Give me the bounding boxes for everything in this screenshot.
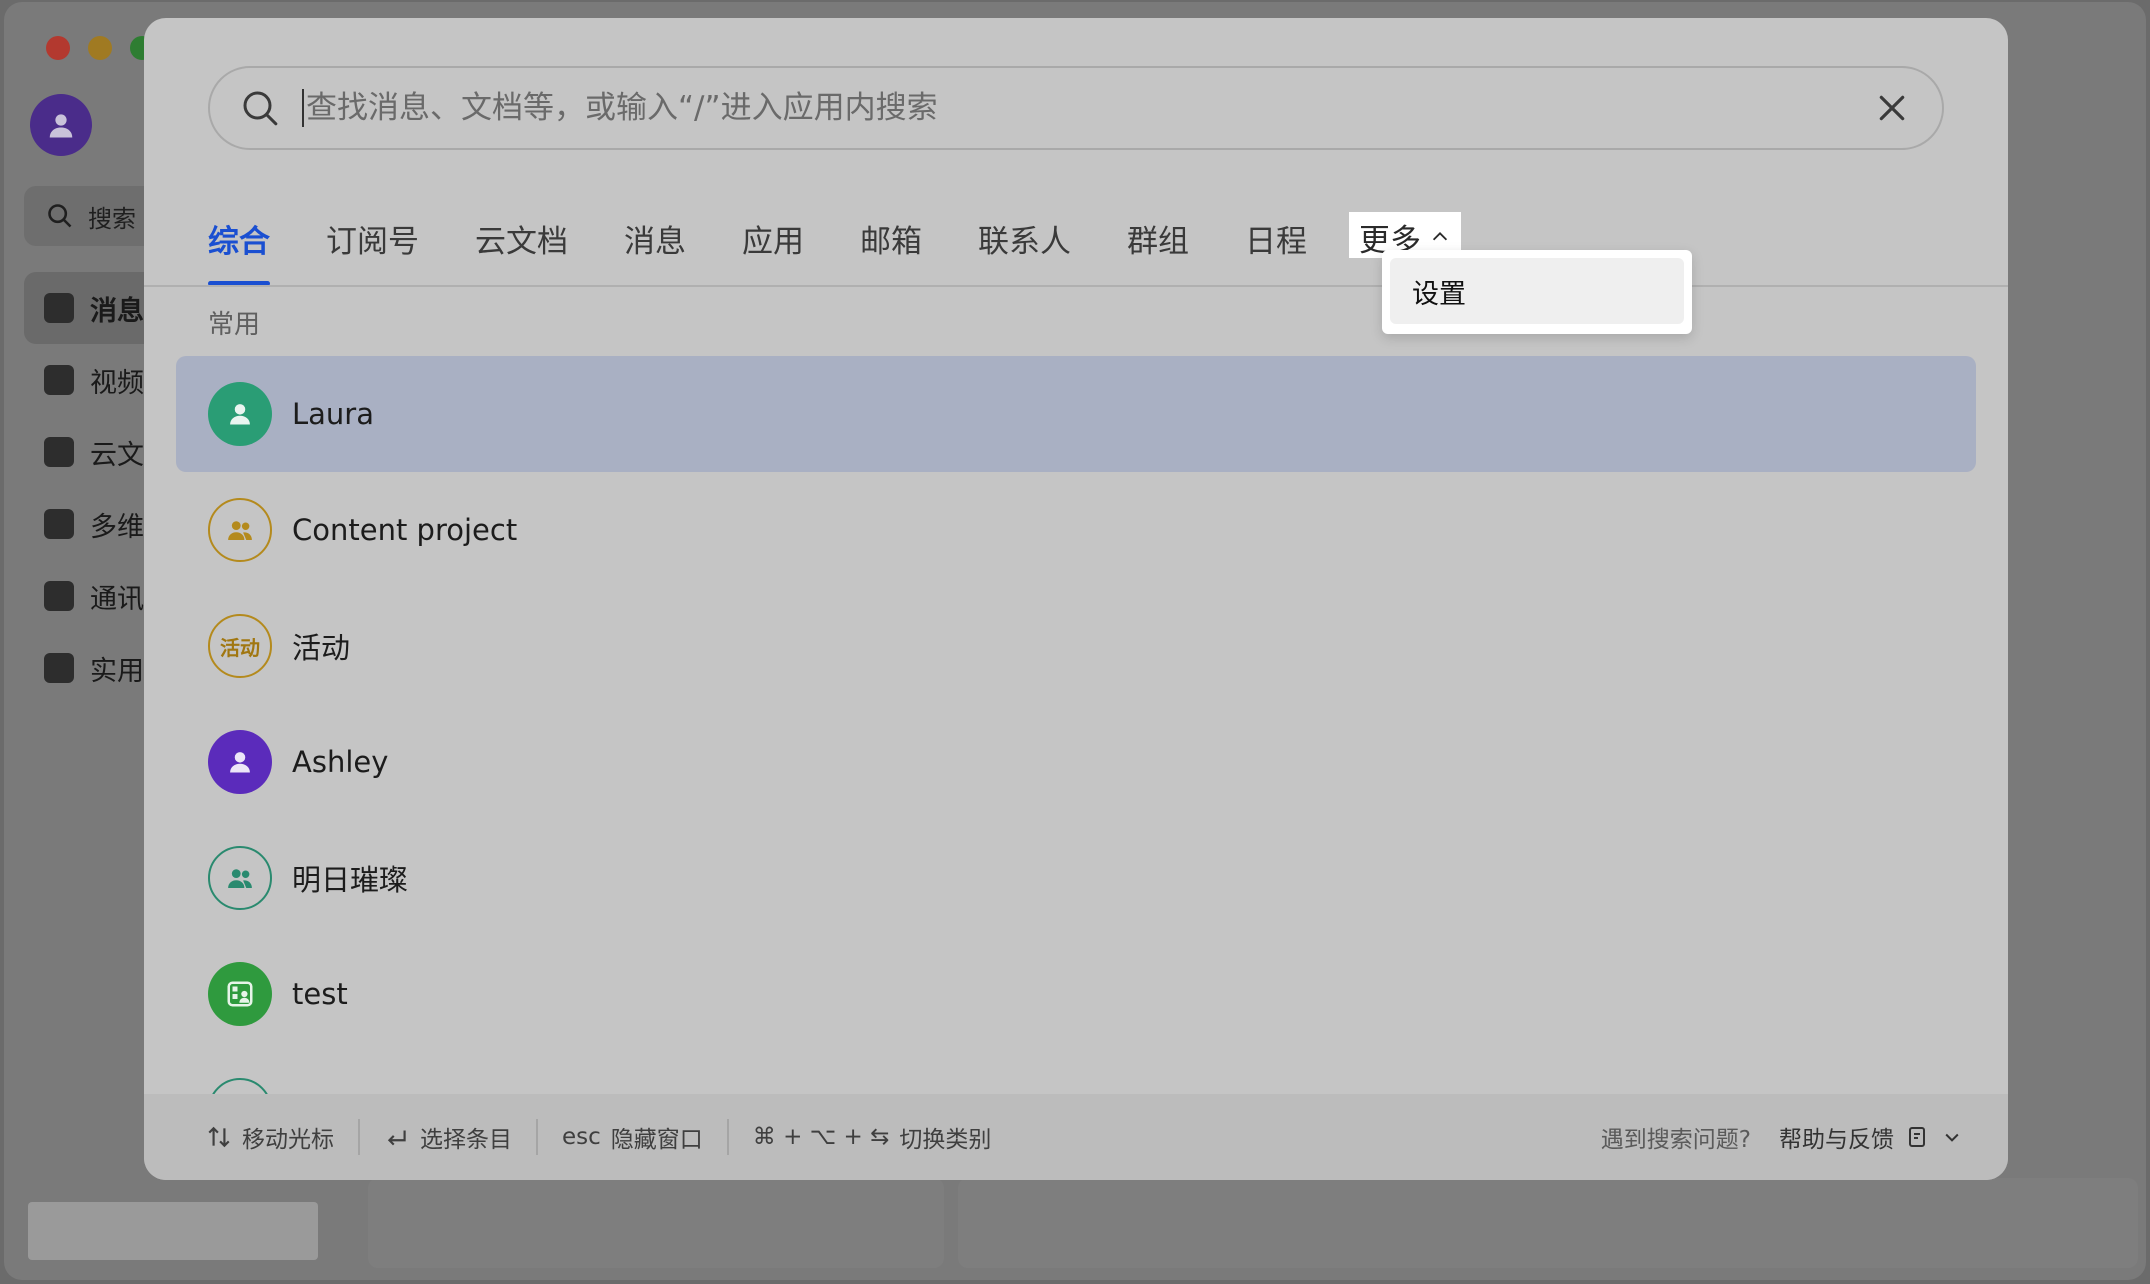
search-icon <box>243 91 278 126</box>
footer-right: 遇到搜索问题? 帮助与反馈 <box>1601 1120 1962 1154</box>
table-icon <box>44 509 74 539</box>
tab-all[interactable]: 综合 <box>208 194 270 286</box>
list-item[interactable]: 明日璀璨 <box>176 820 1976 936</box>
shortcut-footer: 移动光标 选择条目 esc 隐藏窗口 ⌘ + ⌥ + ⇆ 切换类别 遇到搜索问题… <box>144 1094 2008 1180</box>
search-bar[interactable] <box>208 66 1944 150</box>
tab-messages[interactable]: 消息 <box>624 194 686 286</box>
result-name: Content project <box>292 513 518 547</box>
tab-subscriptions[interactable]: 订阅号 <box>326 194 419 286</box>
list-item[interactable]: test <box>176 936 1976 1052</box>
chevron-down-icon <box>1945 1133 1959 1142</box>
more-dropdown: 设置 <box>1382 250 1692 334</box>
result-name: Laura <box>292 397 375 431</box>
results-list: Laura Content project 活动 活动 Ashley 明日璀璨 <box>176 356 1976 1052</box>
tab-contacts[interactable]: 联系人 <box>978 194 1071 286</box>
group-icon <box>228 521 252 540</box>
search-issue-text: 遇到搜索问题? <box>1600 1127 1751 1153</box>
tab-apps[interactable]: 应用 <box>742 194 804 286</box>
category-tabs: 综合 订阅号 云文档 消息 应用 邮箱 联系人 群组 日程 更多 <box>208 194 1517 286</box>
hint-switch-category: ⌘ + ⌥ + ⇆ 切换类别 <box>752 1124 992 1153</box>
section-label-frequent: 常用 <box>208 310 261 340</box>
divider <box>536 1119 538 1155</box>
result-name: Ashley <box>292 745 389 779</box>
background-panel <box>368 1178 944 1268</box>
result-name: 活动 <box>292 631 351 665</box>
search-input[interactable] <box>304 90 1872 126</box>
close-icon <box>1879 95 1905 121</box>
list-item[interactable]: 活动 活动 <box>176 588 1976 704</box>
hint-hide-window: esc 隐藏窗口 <box>562 1124 703 1153</box>
sidebar-search-label: 搜索 <box>88 205 136 233</box>
blurred-profile <box>28 1202 318 1260</box>
person-icon <box>230 404 250 425</box>
tab-docs[interactable]: 云文档 <box>475 194 568 286</box>
person-icon <box>49 114 73 138</box>
avatar: 活动 <box>208 614 272 678</box>
shortcut-keys: ⌘ + ⌥ + ⇆ <box>752 1124 890 1150</box>
tabs-divider <box>144 285 2008 287</box>
person-icon <box>230 752 250 773</box>
arrows-up-down-icon <box>208 1126 230 1148</box>
avatar <box>208 382 272 446</box>
apps-icon <box>44 653 74 683</box>
user-avatar[interactable] <box>30 94 92 156</box>
background-panel <box>958 1178 2138 1268</box>
feedback-icon <box>1909 1127 1925 1147</box>
window-close-button[interactable] <box>46 36 70 60</box>
result-name: test <box>292 977 348 1011</box>
tab-mail[interactable]: 邮箱 <box>860 194 922 286</box>
result-name: 明日璀璨 <box>292 863 409 897</box>
search-modal: 综合 订阅号 云文档 消息 应用 邮箱 联系人 群组 日程 更多 设置 常用 L… <box>144 18 2008 1180</box>
hint-select-item: 选择条目 <box>384 1120 512 1154</box>
divider <box>358 1119 360 1155</box>
list-item[interactable]: Content project <box>176 472 1976 588</box>
group-icon <box>228 869 252 888</box>
search-icon <box>48 204 72 228</box>
enter-key-icon <box>387 1130 406 1146</box>
dropdown-item-settings[interactable]: 设置 <box>1390 258 1684 324</box>
tab-groups[interactable]: 群组 <box>1127 194 1189 286</box>
hint-move-cursor: 移动光标 <box>206 1120 334 1154</box>
help-feedback-button[interactable]: 帮助与反馈 <box>1779 1120 1962 1154</box>
calendar-group-icon <box>227 981 253 1007</box>
tab-calendar[interactable]: 日程 <box>1245 194 1307 286</box>
chat-icon <box>44 293 74 323</box>
avatar-text: 活动 <box>220 635 260 660</box>
avatar <box>208 846 272 910</box>
video-icon <box>44 365 74 395</box>
clear-search-button[interactable] <box>1872 88 1912 128</box>
window-minimize-button[interactable] <box>88 36 112 60</box>
list-item[interactable]: Laura <box>176 356 1976 472</box>
avatar <box>208 730 272 794</box>
avatar <box>208 962 272 1026</box>
chevron-up-icon <box>1432 232 1448 241</box>
list-item[interactable]: Ashley <box>176 704 1976 820</box>
divider <box>726 1119 729 1155</box>
avatar <box>208 498 272 562</box>
contacts-icon <box>44 581 74 611</box>
docs-icon <box>44 437 74 467</box>
